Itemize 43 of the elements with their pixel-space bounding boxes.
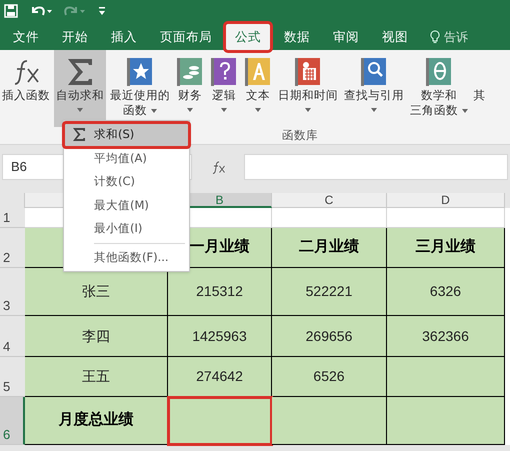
ribbon-button[interactable]: 插入函数 [0,50,52,127]
menu-item[interactable]: 求和(S) [64,123,189,146]
ribbon-button[interactable]: 数学和 三角函数 [408,50,470,127]
ribbon-button[interactable]: 逻辑 [208,50,240,127]
table-cell[interactable]: 269656 [272,316,387,357]
row-header[interactable]: 5 [0,357,25,397]
table-cell[interactable]: 215312 [168,268,272,316]
ribbon-tab[interactable]: 开始 [53,24,97,50]
ribbon-tab[interactable]: 插入 [102,24,146,50]
table-cell[interactable]: 1425963 [168,316,272,357]
ribbon-button[interactable]: 查找与引用 [342,50,406,127]
row-header[interactable]: 6 [0,397,25,445]
group-label: 函数库 [282,126,318,144]
ribbon-tab[interactable]: 数据 [275,24,319,50]
ribbon-button[interactable]: 文本 [242,50,274,127]
table-cell[interactable]: 6326 [387,268,505,316]
table-cell[interactable]: 张三 [25,268,168,316]
table-cell[interactable]: 李四 [25,316,168,357]
table-cell[interactable]: 月度总业绩 [25,397,168,445]
ribbon-tab[interactable]: 审阅 [324,24,368,50]
table-cell[interactable]: 6526 [272,357,387,397]
ribbon-tab[interactable]: 页面布局 [151,24,221,50]
row-header[interactable]: 3 [0,268,25,316]
ribbon-button[interactable]: 自动求和 [54,50,106,127]
table-cell[interactable]: 362366 [387,316,505,357]
table-cell[interactable]: 王五 [25,357,168,397]
table-cell[interactable]: 274642 [168,357,272,397]
column-header[interactable]: D [387,193,505,208]
ribbon-tab[interactable]: 视图 [373,24,417,50]
column-header[interactable]: C [272,193,387,208]
menu-item[interactable]: 平均值(A) [64,146,189,170]
row-header[interactable]: 2 [0,228,25,268]
menu-item[interactable]: 计数(C) [64,170,189,194]
tell-me-text[interactable]: 告诉 [444,28,468,46]
table-cell[interactable]: 522221 [272,268,387,316]
table-cell[interactable]: 三月业绩 [387,228,505,268]
ribbon-tab[interactable]: 公式 [226,24,270,50]
row-header[interactable]: 4 [0,316,25,357]
ribbon-button[interactable]: 其 [472,50,488,127]
row-header[interactable]: 1 [0,208,25,228]
table-cell[interactable]: 二月业绩 [272,228,387,268]
ribbon-tab[interactable]: 文件 [4,24,48,50]
ribbon-button[interactable]: 日期和时间 [276,50,340,127]
